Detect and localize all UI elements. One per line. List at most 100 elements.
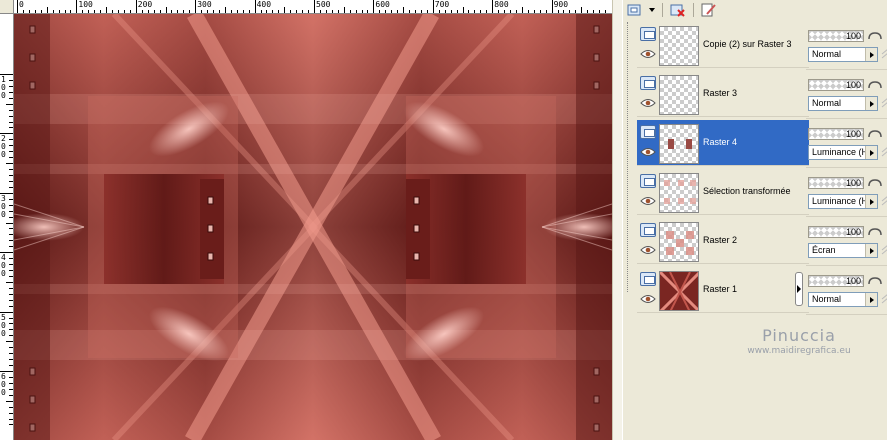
link-icon[interactable] (867, 275, 883, 287)
opacity-value: 100 (845, 80, 861, 90)
expand-toggle[interactable] (795, 272, 803, 306)
ruler-minor-tick (9, 157, 13, 159)
lock-icon[interactable] (881, 292, 887, 306)
visibility-eye-icon[interactable] (640, 294, 656, 304)
ruler-minor-tick (9, 204, 13, 206)
blend-mode-value: Luminance (H) (812, 147, 872, 157)
layer-properties: 100 Normal (806, 267, 887, 313)
visibility-eye-icon[interactable] (640, 147, 656, 157)
blend-mode-value: Normal (812, 98, 842, 108)
layer-name: Raster 2 (703, 235, 738, 245)
layer-row[interactable]: Raster 1 (637, 267, 809, 313)
row-separator (806, 216, 887, 217)
link-icon[interactable] (867, 79, 883, 91)
ruler-left-label: 2 0 0 (1, 134, 6, 160)
ruler-top-label: 200 (137, 0, 153, 9)
ruler-minor-tick (9, 228, 13, 230)
lock-icon[interactable] (881, 47, 887, 61)
lock-icon[interactable] (881, 194, 887, 208)
edit-icon[interactable] (700, 2, 718, 18)
link-icon[interactable] (867, 226, 883, 238)
row-separator (806, 314, 887, 315)
link-icon[interactable] (867, 128, 883, 140)
ruler-minor-tick (9, 234, 13, 236)
blend-mode-value: Normal (812, 294, 842, 304)
row-separator (806, 167, 887, 168)
ruler-minor-tick (9, 121, 13, 123)
ruler-minor-tick (6, 163, 13, 165)
raster-layer-icon (640, 76, 656, 90)
dropdown-arrow-icon[interactable] (648, 2, 656, 18)
delete-layer-icon[interactable] (669, 2, 687, 18)
layer-properties: 100 Normal (806, 71, 887, 117)
vertical-scrollbar[interactable] (612, 0, 622, 440)
layer-row[interactable]: Sélection transformée (637, 169, 809, 215)
raster-layer-icon (640, 174, 656, 188)
layer-row[interactable]: Copie (2) sur Raster 3 (637, 22, 809, 68)
lock-icon[interactable] (881, 96, 887, 110)
visibility-eye-icon[interactable] (640, 196, 656, 206)
toolbar-separator (662, 3, 663, 17)
ruler-major-tick (492, 0, 494, 13)
opacity-slider[interactable]: 100 (808, 275, 864, 287)
ruler-major-tick (314, 0, 315, 13)
psp-window: 0 100 200 300 400 500 600 700 800 900 1 0 0 2 0 0 3… (0, 0, 887, 440)
blend-mode-value: Luminance (H) (812, 196, 872, 206)
row-separator (806, 118, 887, 119)
opacity-slider[interactable]: 100 (808, 226, 864, 238)
blend-mode-select[interactable]: Normal (808, 96, 878, 111)
lock-icon[interactable] (881, 243, 887, 257)
canvas-artwork (14, 14, 612, 440)
layer-thumbnail (659, 124, 699, 164)
blend-mode-select[interactable]: Luminance (H) (808, 145, 878, 160)
layer-row[interactable]: Raster 2 (637, 218, 809, 264)
layer-properties: 100 Luminance (H) (806, 169, 887, 215)
ruler-top-label: 800 (494, 0, 509, 9)
ruler-major-tick (373, 0, 375, 13)
layer-row[interactable]: Raster 3 (637, 71, 809, 117)
layer-thumbnail (659, 26, 699, 66)
ruler-minor-tick (9, 246, 13, 248)
opacity-value: 100 (845, 276, 861, 286)
opacity-slider[interactable]: 100 (808, 128, 864, 140)
ruler-top-label: 500 (316, 0, 331, 9)
visibility-eye-icon[interactable] (640, 245, 656, 255)
opacity-slider[interactable]: 100 (808, 177, 864, 189)
visibility-eye-icon[interactable] (640, 49, 656, 59)
ruler-major-tick (254, 0, 256, 13)
ruler-minor-tick (403, 7, 405, 13)
opacity-slider[interactable]: 100 (808, 30, 864, 42)
ruler-minor-tick (9, 145, 13, 147)
layer-name: Raster 3 (703, 88, 738, 98)
toolbar-separator (693, 3, 694, 17)
watermark-name: Pinuccia (762, 326, 836, 345)
layer-name: Sélection transformée (703, 186, 791, 196)
ruler-minor-tick (9, 287, 13, 289)
ruler-minor-tick (9, 275, 13, 277)
layer-row[interactable]: Raster 4 (637, 120, 809, 166)
ruler-minor-tick (9, 359, 13, 361)
ruler-left-label: 3 0 0 (1, 193, 6, 219)
blend-mode-select[interactable]: Normal (808, 47, 878, 62)
visibility-eye-icon[interactable] (640, 98, 656, 108)
link-icon[interactable] (867, 177, 883, 189)
opacity-slider[interactable]: 100 (808, 79, 864, 91)
ruler-minor-tick (6, 400, 13, 402)
blend-mode-select[interactable]: Normal (808, 292, 878, 307)
lock-icon[interactable] (881, 145, 887, 159)
ruler-left-label: 5 0 0 (1, 312, 6, 338)
ruler-minor-tick (9, 365, 13, 367)
image-canvas[interactable] (14, 14, 612, 440)
ruler-left-label: 1 0 0 (1, 75, 6, 100)
blend-arrow-icon (865, 244, 877, 257)
ruler-minor-tick (9, 299, 13, 301)
blend-mode-select[interactable]: Luminance (H) (808, 194, 878, 209)
ruler-top-label: 0 (19, 0, 24, 9)
ruler-minor-tick (9, 353, 13, 355)
link-icon[interactable] (867, 30, 883, 42)
blend-mode-select[interactable]: Écran (808, 243, 878, 258)
opacity-value: 100 (845, 129, 861, 139)
layer-properties: 100 Normal (806, 22, 887, 68)
ruler-minor-tick (9, 198, 13, 200)
new-layer-icon[interactable] (626, 2, 644, 18)
